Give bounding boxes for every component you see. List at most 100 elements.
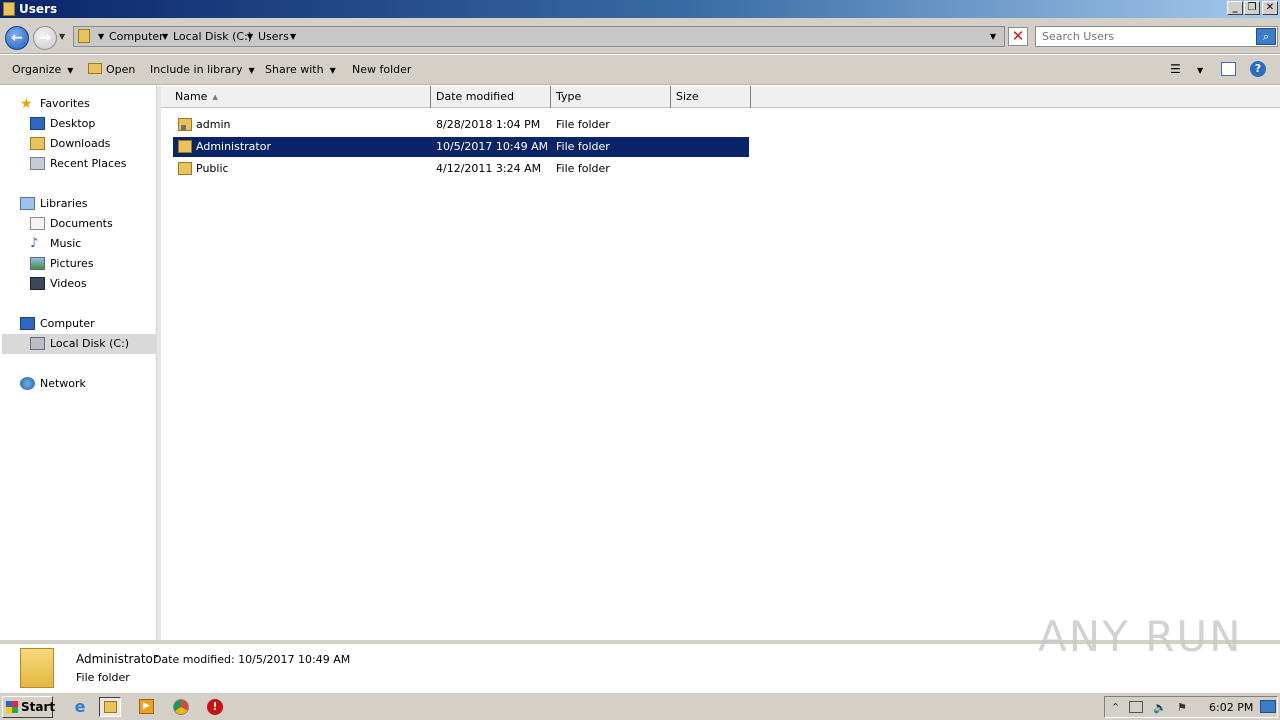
details-date-modified: Date modified: 10/5/2017 10:49 AM <box>153 653 351 666</box>
column-header-date-modified[interactable]: Date modified <box>431 86 551 108</box>
minimize-button[interactable]: _ <box>1227 1 1243 15</box>
chevron-down-icon[interactable]: ▼ <box>290 32 296 41</box>
folder-icon <box>78 29 90 43</box>
internet-explorer-icon[interactable]: e <box>69 697 91 717</box>
recent-pages-dropdown[interactable]: ▼ <box>59 32 65 41</box>
explorer-taskbar-button[interactable] <box>99 697 121 717</box>
folder-icon <box>178 162 192 175</box>
share-with-label: Share with <box>265 63 324 76</box>
file-row[interactable]: admin 8/28/2018 1:04 PM File folder <box>173 115 749 135</box>
nav-computer[interactable]: Computer <box>20 314 150 334</box>
action-center-flag-icon[interactable]: ⚑ <box>1177 701 1187 714</box>
nav-network-label: Network <box>40 377 86 390</box>
file-type: File folder <box>556 140 610 153</box>
address-bar[interactable]: ▼ Computer ▼ Local Disk (C:) ▼ Users ▼ ▼ <box>73 26 1005 47</box>
opera-icon[interactable]: ! <box>204 697 226 717</box>
network-status-icon[interactable] <box>1129 701 1143 713</box>
nav-libraries[interactable]: Libraries <box>20 194 150 214</box>
play-icon: ▶ <box>139 699 154 714</box>
search-box[interactable]: ⌕ <box>1035 26 1278 47</box>
breadcrumb-computer[interactable]: Computer <box>109 30 164 43</box>
file-type: File folder <box>556 118 610 131</box>
chevron-down-icon[interactable]: ▼ <box>98 32 104 41</box>
folder-icon <box>178 140 192 153</box>
file-list-pane: Name ▲ Date modified Type Size admin 8/28… <box>161 86 1280 640</box>
view-options-dropdown[interactable]: ▼ <box>1197 66 1203 75</box>
maximize-restore-button[interactable]: ❐ <box>1244 1 1260 15</box>
folder-icon <box>104 701 117 713</box>
nav-favorites[interactable]: ★ Favorites <box>20 94 150 114</box>
details-item-type: File folder <box>76 671 130 684</box>
column-header-name[interactable]: Name ▲ <box>170 86 431 108</box>
nav-downloads-label: Downloads <box>50 137 111 150</box>
nav-desktop-label: Desktop <box>50 117 96 130</box>
start-button[interactable]: Start <box>2 696 56 718</box>
desktop-icon <box>30 117 45 130</box>
folder-icon <box>3 2 15 16</box>
address-history-dropdown[interactable]: ▼ <box>990 32 996 41</box>
open-button[interactable]: Open <box>88 63 135 76</box>
nav-local-disk-label: Local Disk (C:) <box>50 337 130 350</box>
media-player-icon[interactable]: ▶ <box>136 697 158 717</box>
file-type: File folder <box>556 162 610 175</box>
chevron-down-icon: ▼ <box>248 66 255 75</box>
volume-icon[interactable]: 🔈 <box>1153 701 1167 714</box>
breadcrumb-local-disk[interactable]: Local Disk (C:) <box>173 30 252 43</box>
close-button[interactable]: ✕ <box>1262 1 1278 15</box>
chevron-down-icon[interactable]: ▼ <box>247 32 253 41</box>
nav-music[interactable]: ♪ Music <box>30 234 150 254</box>
file-date-modified: 10/5/2017 10:49 AM <box>436 140 549 153</box>
network-icon <box>20 377 35 390</box>
forward-button[interactable]: → <box>33 26 57 50</box>
new-folder-button[interactable]: New folder <box>352 63 411 76</box>
folder-icon <box>20 648 54 688</box>
organize-button[interactable]: Organize ▼ <box>12 63 73 76</box>
include-in-library-button[interactable]: Include in library ▼ <box>150 63 255 76</box>
share-with-button[interactable]: Share with ▼ <box>265 63 336 76</box>
file-name: Administrator <box>196 140 271 153</box>
preview-pane-icon[interactable] <box>1221 62 1236 76</box>
change-view-icon[interactable]: ☰ <box>1170 62 1181 76</box>
nav-desktop[interactable]: Desktop <box>30 114 150 134</box>
nav-recent-places[interactable]: Recent Places <box>30 154 150 174</box>
chevron-down-icon: ▼ <box>67 66 74 75</box>
details-item-name: Administrator <box>76 652 158 666</box>
system-tray: ⌃ 🔈 ⚑ 6:02 PM <box>1104 696 1278 718</box>
include-in-library-label: Include in library <box>150 63 243 76</box>
file-row[interactable]: Public 4/12/2011 3:24 AM File folder <box>173 159 749 179</box>
breadcrumb-users[interactable]: Users <box>258 30 289 43</box>
show-desktop-icon[interactable] <box>1260 700 1276 713</box>
nav-videos[interactable]: Videos <box>30 274 150 294</box>
back-button[interactable]: ← <box>5 26 29 50</box>
chevron-down-icon[interactable]: ▼ <box>162 32 168 41</box>
details-pane: Administrator Date modified: 10/5/2017 1… <box>0 612 1280 692</box>
file-date-modified: 4/12/2011 3:24 AM <box>436 162 542 175</box>
star-icon: ★ <box>20 96 33 112</box>
nav-pictures[interactable]: Pictures <box>30 254 150 274</box>
address-row: ← → ▼ ▼ Computer ▼ Local Disk (C:) ▼ Use… <box>0 18 1280 54</box>
nav-videos-label: Videos <box>50 277 87 290</box>
column-header-size[interactable]: Size <box>671 86 751 108</box>
chrome-icon[interactable] <box>170 697 192 717</box>
help-icon[interactable]: ? <box>1250 61 1266 77</box>
file-row-selected[interactable]: Administrator 10/5/2017 10:49 AM File fo… <box>173 137 749 157</box>
chevron-down-icon: ▼ <box>329 66 336 75</box>
file-name: Public <box>196 162 229 175</box>
file-date-modified: 8/28/2018 1:04 PM <box>436 118 541 131</box>
nav-network[interactable]: Network <box>20 374 150 394</box>
title-bar: Users _ ❐ ✕ <box>0 0 1280 18</box>
nav-downloads[interactable]: Downloads <box>30 134 150 154</box>
nav-local-disk[interactable]: Local Disk (C:) <box>2 334 157 354</box>
clock[interactable]: 6:02 PM <box>1209 701 1253 714</box>
drive-icon <box>30 337 45 350</box>
nav-documents[interactable]: Documents <box>30 214 150 234</box>
start-label: Start <box>21 700 56 714</box>
nav-documents-label: Documents <box>50 217 113 230</box>
search-input[interactable] <box>1037 28 1255 45</box>
show-hidden-icons-icon[interactable]: ⌃ <box>1111 701 1120 714</box>
search-icon[interactable]: ⌕ <box>1256 28 1276 45</box>
libraries-icon <box>20 197 35 210</box>
column-header-type[interactable]: Type <box>551 86 671 108</box>
refresh-stop-icon[interactable]: ✕ <box>1008 27 1028 46</box>
organize-label: Organize <box>12 63 62 76</box>
